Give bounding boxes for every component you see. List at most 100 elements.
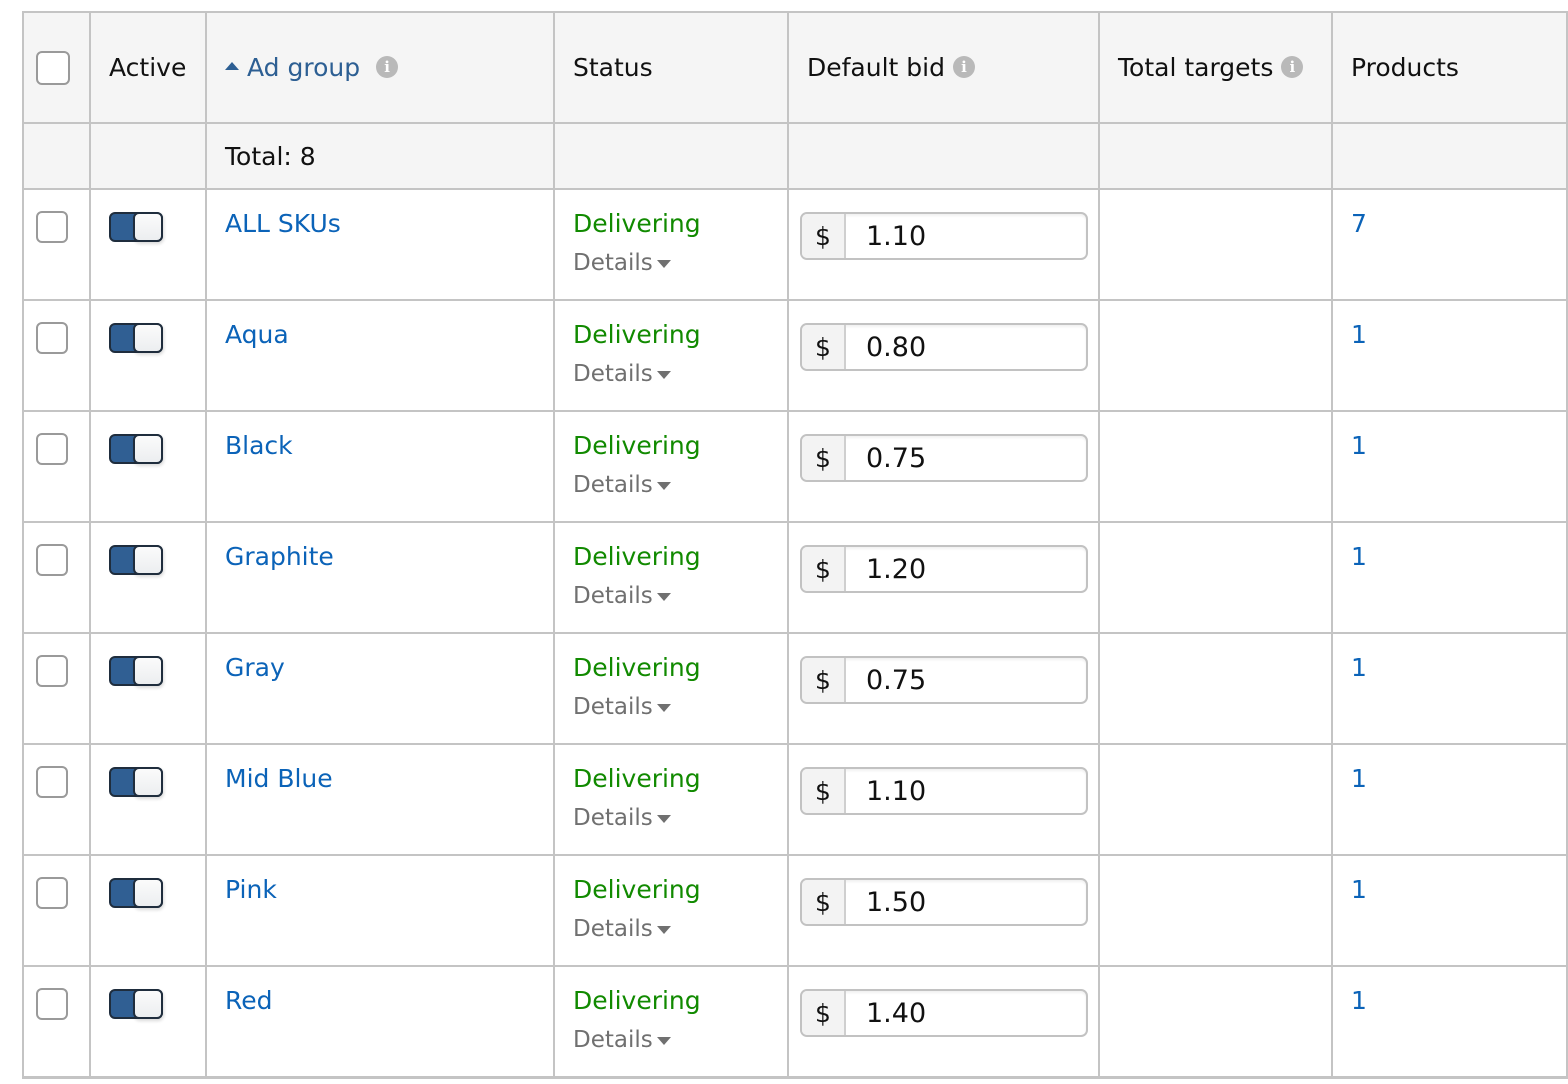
row-active-cell bbox=[89, 854, 207, 967]
products-count-link[interactable]: 1 bbox=[1351, 542, 1367, 571]
default-bid-input[interactable] bbox=[846, 436, 1086, 480]
row-select-cell bbox=[22, 743, 91, 856]
products-count-link[interactable]: 1 bbox=[1351, 320, 1367, 349]
default-bid-input[interactable] bbox=[846, 547, 1086, 591]
row-checkbox[interactable] bbox=[36, 211, 68, 243]
active-toggle[interactable] bbox=[109, 545, 163, 575]
row-total-targets-cell bbox=[1098, 743, 1333, 856]
details-dropdown[interactable]: Details bbox=[573, 1027, 671, 1053]
default-bid-input[interactable] bbox=[846, 880, 1086, 924]
total-cell-empty bbox=[787, 122, 1100, 190]
toggle-knob bbox=[133, 767, 163, 797]
row-select-cell bbox=[22, 965, 91, 1079]
select-all-checkbox[interactable] bbox=[36, 50, 70, 85]
row-name-cell: Aqua bbox=[205, 299, 555, 412]
info-icon[interactable]: i bbox=[952, 56, 975, 78]
row-name-cell: Graphite bbox=[205, 521, 555, 634]
ad-group-name-link[interactable]: Aqua bbox=[225, 320, 289, 349]
ad-group-name-link[interactable]: Black bbox=[225, 431, 293, 460]
details-dropdown[interactable]: Details bbox=[573, 250, 671, 276]
details-dropdown[interactable]: Details bbox=[573, 361, 671, 387]
status-text: Delivering bbox=[573, 209, 701, 238]
row-products-cell: 1 bbox=[1331, 410, 1568, 523]
currency-prefix: $ bbox=[802, 991, 846, 1035]
ad-group-name-link[interactable]: Pink bbox=[225, 875, 277, 904]
row-select-cell bbox=[22, 410, 91, 523]
products-count-link[interactable]: 1 bbox=[1351, 653, 1367, 682]
row-total-targets-cell bbox=[1098, 854, 1333, 967]
row-active-cell bbox=[89, 965, 207, 1079]
products-count-link[interactable]: 7 bbox=[1351, 209, 1367, 238]
details-dropdown[interactable]: Details bbox=[573, 472, 671, 498]
row-status-cell: Delivering Details bbox=[553, 521, 789, 634]
products-count-link[interactable]: 1 bbox=[1351, 431, 1367, 460]
row-checkbox[interactable] bbox=[36, 655, 68, 687]
row-checkbox[interactable] bbox=[36, 544, 68, 576]
caret-down-icon bbox=[656, 370, 671, 379]
default-bid-field: $ bbox=[800, 989, 1088, 1037]
active-toggle[interactable] bbox=[109, 434, 163, 464]
sort-ad-group[interactable]: Ad group bbox=[225, 53, 368, 82]
header-ad-group[interactable]: Ad group i bbox=[205, 11, 555, 124]
ad-group-name-link[interactable]: Gray bbox=[225, 653, 285, 682]
details-dropdown[interactable]: Details bbox=[573, 805, 671, 831]
row-select-cell bbox=[22, 521, 91, 634]
products-count-link[interactable]: 1 bbox=[1351, 764, 1367, 793]
active-toggle[interactable] bbox=[109, 656, 163, 686]
active-toggle[interactable] bbox=[109, 989, 163, 1019]
status-text: Delivering bbox=[573, 431, 701, 460]
default-bid-input[interactable] bbox=[846, 658, 1086, 702]
details-dropdown[interactable]: Details bbox=[573, 916, 671, 942]
default-bid-field: $ bbox=[800, 656, 1088, 704]
currency-prefix: $ bbox=[802, 658, 846, 702]
default-bid-field: $ bbox=[800, 323, 1088, 371]
products-count-link[interactable]: 1 bbox=[1351, 875, 1367, 904]
table-row: Pink Delivering Details $ 1 bbox=[22, 854, 1568, 967]
row-bid-cell: $ bbox=[787, 299, 1100, 412]
status-text: Delivering bbox=[573, 653, 701, 682]
info-icon[interactable]: i bbox=[1281, 56, 1304, 78]
active-toggle[interactable] bbox=[109, 878, 163, 908]
details-dropdown[interactable]: Details bbox=[573, 583, 671, 609]
row-status-cell: Delivering Details bbox=[553, 854, 789, 967]
row-checkbox[interactable] bbox=[36, 988, 68, 1020]
row-select-cell bbox=[22, 188, 91, 301]
row-total-targets-cell bbox=[1098, 410, 1333, 523]
active-toggle[interactable] bbox=[109, 323, 163, 353]
row-status-cell: Delivering Details bbox=[553, 965, 789, 1079]
row-checkbox[interactable] bbox=[36, 322, 68, 354]
row-products-cell: 1 bbox=[1331, 854, 1568, 967]
row-checkbox[interactable] bbox=[36, 433, 68, 465]
ad-group-name-link[interactable]: Red bbox=[225, 986, 273, 1015]
row-checkbox[interactable] bbox=[36, 877, 68, 909]
default-bid-input[interactable] bbox=[846, 769, 1086, 813]
row-products-cell: 7 bbox=[1331, 188, 1568, 301]
header-ad-group-label: Ad group bbox=[247, 53, 361, 82]
table-row: Gray Delivering Details $ 1 bbox=[22, 632, 1568, 745]
ad-group-name-link[interactable]: ALL SKUs bbox=[225, 209, 341, 238]
header-select-all-cell bbox=[22, 11, 91, 124]
toggle-knob bbox=[133, 989, 163, 1019]
row-total-targets-cell bbox=[1098, 188, 1333, 301]
currency-prefix: $ bbox=[802, 547, 846, 591]
ad-group-name-link[interactable]: Graphite bbox=[225, 542, 334, 571]
details-dropdown[interactable]: Details bbox=[573, 694, 671, 720]
ad-group-name-link[interactable]: Mid Blue bbox=[225, 764, 333, 793]
row-status-cell: Delivering Details bbox=[553, 188, 789, 301]
row-status-cell: Delivering Details bbox=[553, 743, 789, 856]
default-bid-input[interactable] bbox=[846, 991, 1086, 1035]
default-bid-field: $ bbox=[800, 212, 1088, 260]
header-total-targets-label: Total targets bbox=[1118, 53, 1274, 82]
row-checkbox[interactable] bbox=[36, 766, 68, 798]
active-toggle[interactable] bbox=[109, 767, 163, 797]
info-icon[interactable]: i bbox=[376, 56, 399, 78]
default-bid-input[interactable] bbox=[846, 325, 1086, 369]
row-active-cell bbox=[89, 632, 207, 745]
row-bid-cell: $ bbox=[787, 965, 1100, 1079]
default-bid-input[interactable] bbox=[846, 214, 1086, 258]
active-toggle[interactable] bbox=[109, 212, 163, 242]
products-count-link[interactable]: 1 bbox=[1351, 986, 1367, 1015]
status-text: Delivering bbox=[573, 764, 701, 793]
toggle-knob bbox=[133, 212, 163, 242]
default-bid-field: $ bbox=[800, 878, 1088, 926]
